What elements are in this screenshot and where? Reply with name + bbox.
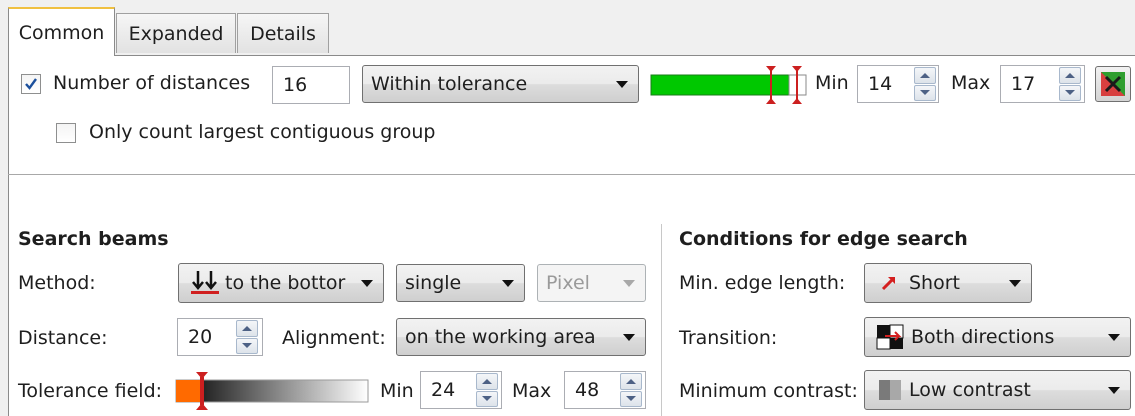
contiguous-group-checkbox[interactable] (56, 123, 76, 143)
both-directions-icon (876, 324, 904, 350)
tolerance-min-value: 24 (431, 379, 456, 401)
count-max-down-icon[interactable] (1059, 84, 1081, 101)
contrast-value: Low contrast (909, 379, 1031, 401)
arrows-down-icon (191, 271, 219, 294)
beam-distance-spinner[interactable] (236, 320, 258, 354)
transition-value: Both directions (911, 326, 1055, 348)
search-beams-heading: Search beams (18, 228, 169, 250)
count-max-label: Max (951, 72, 991, 94)
tab-details-label: Details (250, 22, 316, 45)
chevron-down-icon (1009, 280, 1021, 287)
unit-select: Pixel (537, 264, 646, 302)
tolerance-gradient-slider[interactable] (174, 369, 370, 413)
tolerance-mode-value: Within tolerance (371, 73, 528, 95)
beam-mode-value: single (405, 272, 462, 294)
distance-count-value: 16 (283, 74, 308, 96)
tab-common[interactable]: Common (8, 7, 115, 56)
chevron-down-icon (502, 280, 514, 287)
contiguous-group-label: Only count largest contiguous group (89, 121, 436, 143)
transition-label: Transition: (679, 327, 778, 349)
distance-label: Distance: (18, 327, 108, 349)
tab-strip: Common Expanded Details (0, 0, 1135, 56)
low-contrast-icon (879, 380, 901, 400)
beam-mode-select[interactable]: single (396, 264, 525, 302)
chevron-down-icon (361, 280, 373, 287)
distance-range-bar[interactable] (648, 62, 808, 108)
beam-distance-value: 20 (188, 326, 213, 348)
beam-distance-up-icon[interactable] (236, 320, 258, 337)
method-value: to the bottor (225, 272, 346, 294)
tolerance-max-spinner[interactable] (620, 373, 642, 407)
chevron-down-icon (623, 280, 635, 287)
alignment-label: Alignment: (282, 327, 386, 349)
tolerance-max-value: 48 (575, 379, 600, 401)
pass-fail-icon (1101, 72, 1125, 96)
beam-distance-down-icon[interactable] (236, 337, 258, 354)
edge-length-label: Min. edge length: (679, 272, 846, 294)
tolerance-min-label: Min (380, 380, 414, 402)
section-divider (8, 174, 1135, 175)
number-of-distances-checkbox[interactable] (21, 74, 41, 94)
tolerance-min-down-icon[interactable] (476, 390, 498, 407)
edge-length-value: Short (909, 272, 960, 294)
tolerance-min-up-icon[interactable] (476, 373, 498, 390)
edge-search-heading: Conditions for edge search (679, 228, 968, 250)
chevron-down-icon (623, 334, 635, 341)
count-min-label: Min (815, 72, 849, 94)
count-min-up-icon[interactable] (914, 67, 936, 84)
tolerance-mode-select[interactable]: Within tolerance (362, 65, 639, 103)
tolerance-min-spinner[interactable] (476, 373, 498, 407)
contrast-select[interactable]: Low contrast (864, 370, 1131, 410)
contrast-label: Minimum contrast: (679, 380, 858, 402)
count-min-down-icon[interactable] (914, 84, 936, 101)
alignment-select[interactable]: on the working area (396, 318, 646, 356)
tab-common-label: Common (18, 21, 105, 44)
tolerance-max-label: Max (512, 380, 552, 402)
transition-select[interactable]: Both directions (864, 317, 1131, 357)
chevron-down-icon (616, 81, 628, 88)
tab-expanded[interactable]: Expanded (116, 13, 236, 53)
chevron-down-icon (1108, 334, 1120, 341)
tolerance-field-label: Tolerance field: (18, 380, 163, 402)
checkmark-icon (25, 78, 37, 90)
count-min-spinner[interactable] (914, 67, 936, 101)
result-indicator-button[interactable] (1095, 66, 1131, 102)
edge-length-select[interactable]: Short (864, 263, 1032, 303)
chevron-down-icon (1108, 387, 1120, 394)
count-min-value: 14 (868, 73, 893, 95)
short-edge-icon (881, 277, 895, 291)
number-of-distances-label: Number of distances (53, 72, 251, 94)
column-divider (661, 224, 662, 416)
count-max-up-icon[interactable] (1059, 67, 1081, 84)
alignment-value: on the working area (405, 326, 596, 348)
method-select[interactable]: to the bottor (178, 263, 384, 303)
tolerance-max-up-icon[interactable] (620, 373, 642, 390)
tab-details[interactable]: Details (237, 13, 329, 53)
tolerance-max-down-icon[interactable] (620, 390, 642, 407)
distance-count-field[interactable]: 16 (272, 66, 350, 104)
unit-value: Pixel (546, 272, 590, 294)
count-max-spinner[interactable] (1059, 67, 1081, 101)
tab-expanded-label: Expanded (128, 22, 224, 45)
method-label: Method: (18, 272, 96, 294)
count-max-value: 17 (1011, 73, 1036, 95)
